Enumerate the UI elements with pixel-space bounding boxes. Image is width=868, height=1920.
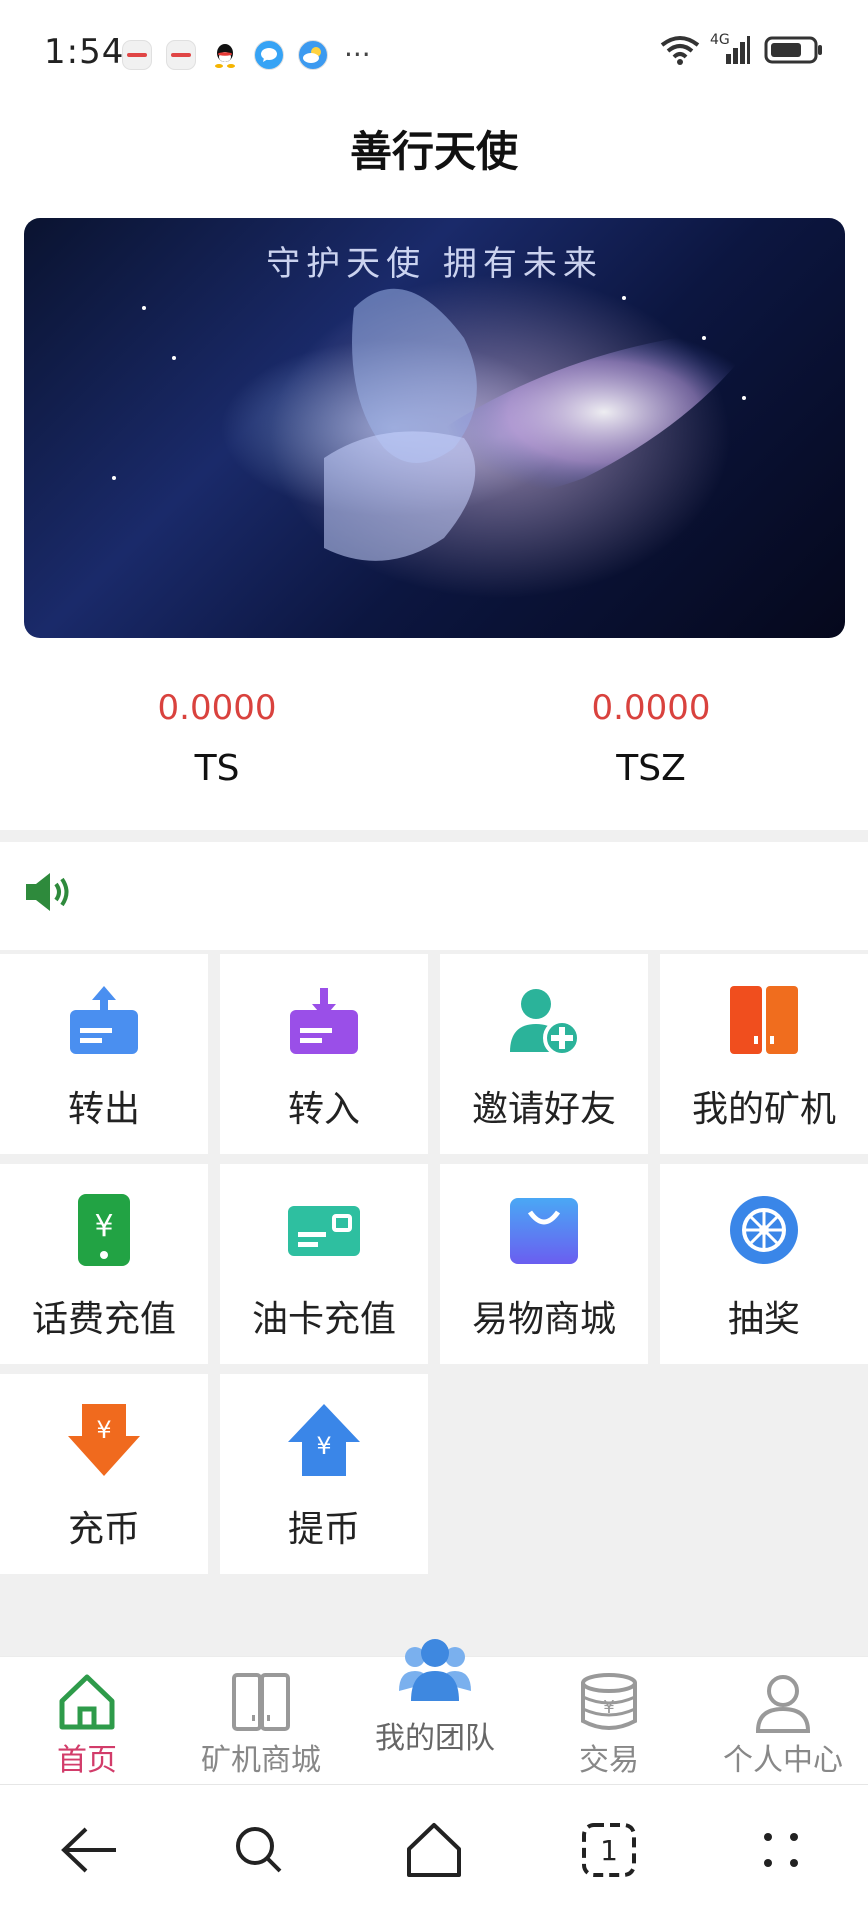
notice-bar[interactable] (0, 842, 868, 940)
miner-mall-icon (230, 1671, 292, 1733)
grid-item-label: 油卡充值 (251, 1299, 396, 1340)
cellular-signal-icon: 4G (710, 32, 750, 70)
huawei-app-icon (166, 39, 196, 70)
grid-item-phone-recharge[interactable]: ¥ 话费充值 (0, 1164, 208, 1364)
balance-value: 0.0000 (591, 688, 711, 728)
tab-home[interactable]: 首页 (0, 1657, 174, 1785)
tab-miner-mall[interactable]: 矿机商城 (174, 1657, 348, 1785)
tab-label: 个人中心 (723, 1743, 843, 1778)
balance-tsz: 0.0000 TSZ (434, 660, 868, 830)
svg-text:¥: ¥ (316, 1432, 331, 1460)
page-title: 善行天使 (349, 127, 518, 176)
home-icon (56, 1671, 118, 1733)
grid-item-invite-friend[interactable]: 邀请好友 (440, 954, 648, 1154)
banner[interactable]: 守护天使 拥有未来 (24, 218, 845, 638)
transfer-in-icon (286, 982, 362, 1058)
menu-dots-icon[interactable] (746, 1815, 816, 1885)
shopping-bag-icon (506, 1192, 582, 1268)
balance-label: TS (194, 748, 240, 789)
qq-icon (210, 39, 240, 70)
svg-text:¥: ¥ (603, 1697, 614, 1718)
grid-item-label: 易物商城 (471, 1299, 616, 1340)
section-divider (0, 830, 868, 842)
feature-grid: 转出 转入 邀请好友 我的矿机 ¥ 话费充值 油卡充值 易物商城 抽奖 ¥ 充币… (0, 950, 868, 1656)
grid-item-fuel-card[interactable]: 油卡充值 (220, 1164, 428, 1364)
balance-summary: 0.0000 TS 0.0000 TSZ (0, 660, 868, 830)
tab-trade[interactable]: ¥ 交易 (522, 1657, 696, 1785)
tab-label: 首页 (57, 1743, 117, 1778)
deposit-coin-icon: ¥ (66, 1402, 142, 1478)
phone-recharge-icon: ¥ (66, 1192, 142, 1268)
withdraw-coin-icon: ¥ (286, 1402, 362, 1478)
balance-label: TSZ (616, 748, 686, 789)
transfer-out-icon (66, 982, 142, 1058)
grid-item-label: 抽奖 (727, 1299, 800, 1340)
status-more: ··· (344, 38, 371, 71)
balance-value: 0.0000 (157, 688, 277, 728)
grid-item-withdraw-coin[interactable]: ¥ 提币 (220, 1374, 428, 1574)
grid-item-label: 充币 (67, 1509, 140, 1550)
grid-item-label: 提币 (287, 1509, 360, 1550)
speaker-icon (24, 870, 74, 918)
tab-label: 我的团队 (375, 1721, 495, 1756)
trade-coins-icon: ¥ (578, 1671, 640, 1733)
tab-label: 交易 (579, 1743, 639, 1778)
balance-ts: 0.0000 TS (0, 660, 434, 830)
system-nav-bar: 1 (0, 1784, 868, 1920)
status-bar: 1:54 ··· 4G (0, 0, 868, 100)
battery-icon (764, 35, 824, 69)
grid-item-lottery[interactable]: 抽奖 (660, 1164, 868, 1364)
weather-icon (298, 39, 328, 70)
wifi-icon (660, 35, 700, 69)
svg-text:1: 1 (600, 1834, 618, 1867)
grid-item-label: 转出 (67, 1089, 140, 1130)
lottery-wheel-icon (726, 1192, 802, 1268)
huawei-app-icon (122, 39, 152, 70)
grid-item-label: 邀请好友 (471, 1089, 616, 1130)
miner-icon (726, 982, 802, 1058)
fuel-card-icon (286, 1192, 362, 1268)
status-app-icons: ··· (122, 38, 371, 71)
banner-artwork (112, 288, 764, 561)
grid-item-transfer-in[interactable]: 转入 (220, 954, 428, 1154)
grid-item-label: 话费充值 (31, 1299, 176, 1340)
search-icon[interactable] (224, 1815, 294, 1885)
grid-item-label: 我的矿机 (691, 1089, 836, 1130)
tab-label: 矿机商城 (201, 1743, 321, 1778)
invite-friend-icon (506, 982, 582, 1058)
grid-item-transfer-out[interactable]: 转出 (0, 954, 208, 1154)
status-system-icons: 4G (660, 32, 824, 70)
bottom-tab-bar: 首页 矿机商城 我的团队 ¥ 交易 个人中心 (0, 1639, 868, 1785)
svg-text:¥: ¥ (94, 1209, 113, 1244)
tab-my-team[interactable]: 我的团队 (348, 1639, 522, 1785)
user-icon (752, 1671, 814, 1733)
network-type-label: 4G (710, 32, 730, 48)
tabs-count-icon[interactable]: 1 (574, 1815, 644, 1885)
grid-item-my-miner[interactable]: 我的矿机 (660, 954, 868, 1154)
grid-item-barter-mall[interactable]: 易物商城 (440, 1164, 648, 1364)
home-nav-icon[interactable] (399, 1815, 469, 1885)
tab-profile[interactable]: 个人中心 (696, 1657, 868, 1785)
message-icon (254, 39, 284, 70)
team-icon (397, 1635, 473, 1705)
back-icon[interactable] (54, 1815, 124, 1885)
grid-item-label: 转入 (287, 1089, 360, 1130)
svg-text:¥: ¥ (96, 1416, 111, 1444)
grid-item-deposit-coin[interactable]: ¥ 充币 (0, 1374, 208, 1574)
status-time: 1:54 (44, 32, 125, 72)
